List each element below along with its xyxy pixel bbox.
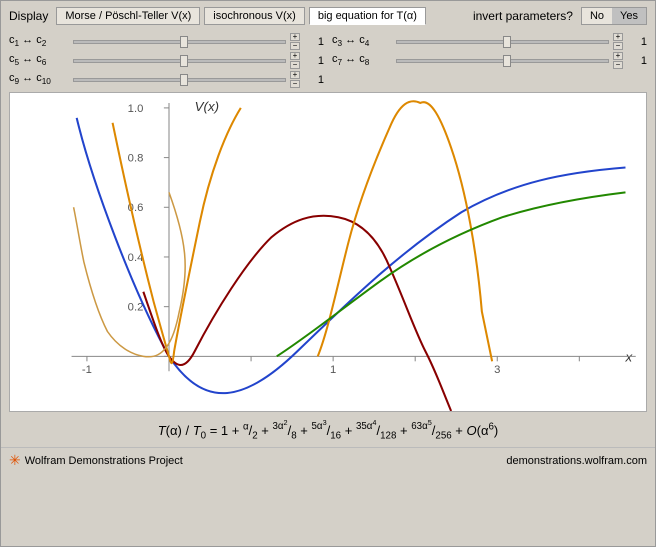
bottom-right: demonstrations.wolfram.com: [506, 455, 647, 467]
svg-text:x: x: [624, 350, 632, 365]
plusminus-c7c8: + −: [613, 52, 623, 69]
tab-isochronous[interactable]: isochronous V(x): [204, 7, 305, 25]
value-c5c6: 1: [304, 55, 324, 67]
plus-c5c6[interactable]: +: [290, 52, 300, 60]
top-controls: Display Morse / Pöschl-Teller V(x) isoch…: [1, 1, 655, 31]
svg-text:1.0: 1.0: [128, 103, 144, 115]
minus-c1c2[interactable]: −: [290, 42, 300, 50]
slider-row-c5c6: c5 ↔ c6 + − 1: [9, 52, 324, 69]
wolfram-logo: ✳ Wolfram Demonstrations Project: [9, 452, 183, 469]
minus-c3c4[interactable]: −: [613, 42, 623, 50]
slider-row-c1c2: c1 ↔ c2 + − 1: [9, 33, 324, 50]
svg-text:1: 1: [330, 364, 336, 376]
svg-text:0.2: 0.2: [128, 302, 144, 314]
value-c9c10: 1: [304, 74, 324, 86]
minus-c5c6[interactable]: −: [290, 61, 300, 69]
invert-label: invert parameters?: [473, 9, 573, 23]
plus-c3c4[interactable]: +: [613, 33, 623, 41]
plus-c7c8[interactable]: +: [613, 52, 623, 60]
minus-c9c10[interactable]: −: [290, 80, 300, 88]
svg-text:3: 3: [494, 364, 500, 376]
plusminus-c1c2: + −: [290, 33, 300, 50]
wolfram-icon: ✳: [9, 452, 21, 469]
slider-label-c1c2: c1 ↔ c2: [9, 34, 69, 48]
bottom-bar: ✳ Wolfram Demonstrations Project demonst…: [1, 447, 655, 473]
value-c3c4: 1: [627, 36, 647, 48]
minus-c7c8[interactable]: −: [613, 61, 623, 69]
slider-label-c9c10: c9 ↔ c10: [9, 72, 69, 86]
plusminus-c3c4: + −: [613, 33, 623, 50]
plus-c9c10[interactable]: +: [290, 71, 300, 79]
graph-svg: V(x) x 0.2 0.4 0.6 0.8 1.0 -1 1: [10, 93, 646, 411]
slider-track-c9c10[interactable]: [73, 78, 286, 82]
slider-label-c7c8: c7 ↔ c8: [332, 53, 392, 67]
display-label: Display: [9, 9, 48, 23]
svg-text:0.8: 0.8: [128, 153, 144, 165]
plusminus-c5c6: + −: [290, 52, 300, 69]
plus-c1c2[interactable]: +: [290, 33, 300, 41]
value-c1c2: 1: [304, 36, 324, 48]
sliders-area: c1 ↔ c2 + − 1 c3 ↔ c4 + − 1 c5 ↔ c6 + −: [1, 31, 655, 92]
slider-label-c5c6: c5 ↔ c6: [9, 53, 69, 67]
slider-row-c3c4: c3 ↔ c4 + − 1: [332, 33, 647, 50]
slider-track-c7c8[interactable]: [396, 59, 609, 63]
tab-morse[interactable]: Morse / Pöschl-Teller V(x): [56, 7, 200, 25]
slider-track-c5c6[interactable]: [73, 59, 286, 63]
bottom-left: Wolfram Demonstrations Project: [25, 455, 183, 467]
equation-text: T(α) / T0 = 1 + α/2 + 3α2/8 + 5α3/16 + 3…: [158, 423, 499, 438]
equation-bar: T(α) / T0 = 1 + α/2 + 3α2/8 + 5α3/16 + 3…: [1, 412, 655, 447]
tab-big-equation[interactable]: big equation for T(α): [309, 7, 426, 25]
graph-container: V(x) x 0.2 0.4 0.6 0.8 1.0 -1 1: [9, 92, 647, 412]
slider-row-c9c10: c9 ↔ c10 + − 1: [9, 71, 324, 88]
yes-button[interactable]: Yes: [612, 8, 646, 24]
slider-label-c3c4: c3 ↔ c4: [332, 34, 392, 48]
slider-track-c1c2[interactable]: [73, 40, 286, 44]
svg-text:-1: -1: [82, 364, 92, 376]
svg-text:V(x): V(x): [195, 99, 219, 114]
slider-row-c7c8: c7 ↔ c8 + − 1: [332, 52, 647, 69]
yn-group: No Yes: [581, 7, 647, 25]
main-window: Display Morse / Pöschl-Teller V(x) isoch…: [0, 0, 656, 547]
slider-track-c3c4[interactable]: [396, 40, 609, 44]
no-button[interactable]: No: [582, 8, 612, 24]
plusminus-c9c10: + −: [290, 71, 300, 88]
value-c7c8: 1: [627, 55, 647, 67]
